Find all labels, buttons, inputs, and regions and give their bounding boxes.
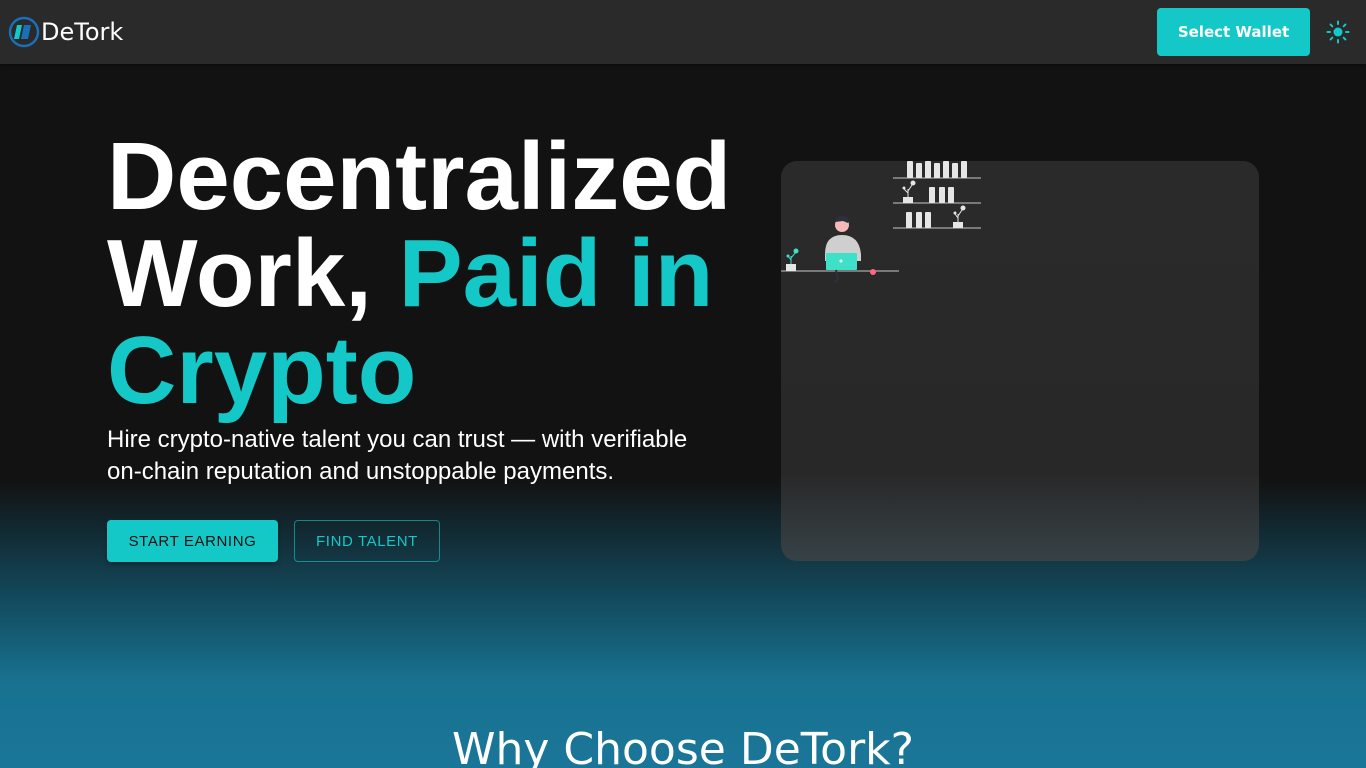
sun-icon [1326,20,1350,44]
hero-title-line2: Work, [107,220,399,327]
hero-title-accent-crypto: Crypto [107,317,417,424]
remote-worker-illustration [781,161,981,284]
select-wallet-button[interactable]: Select Wallet [1157,8,1310,56]
top-navbar: DeTork Select Wallet [0,0,1366,64]
why-choose-heading: Why Choose DeTork? [451,724,915,768]
hero-title-line1: Decentralized [107,123,732,230]
hero-subtitle: Hire crypto-native talent you can trust … [107,426,688,485]
start-earning-button[interactable]: START EARNING [107,520,278,562]
brand[interactable]: DeTork [8,16,123,48]
hero-title: Decentralized Work, Paid in Crypto [107,128,767,419]
hero-image-card [781,161,1259,561]
hero-title-accent-paid-in: Paid in [398,220,714,327]
theme-toggle-button[interactable] [1324,18,1352,46]
detork-logo-icon [8,16,40,48]
brand-name: DeTork [41,18,124,46]
find-talent-button[interactable]: FIND TALENT [294,520,440,562]
